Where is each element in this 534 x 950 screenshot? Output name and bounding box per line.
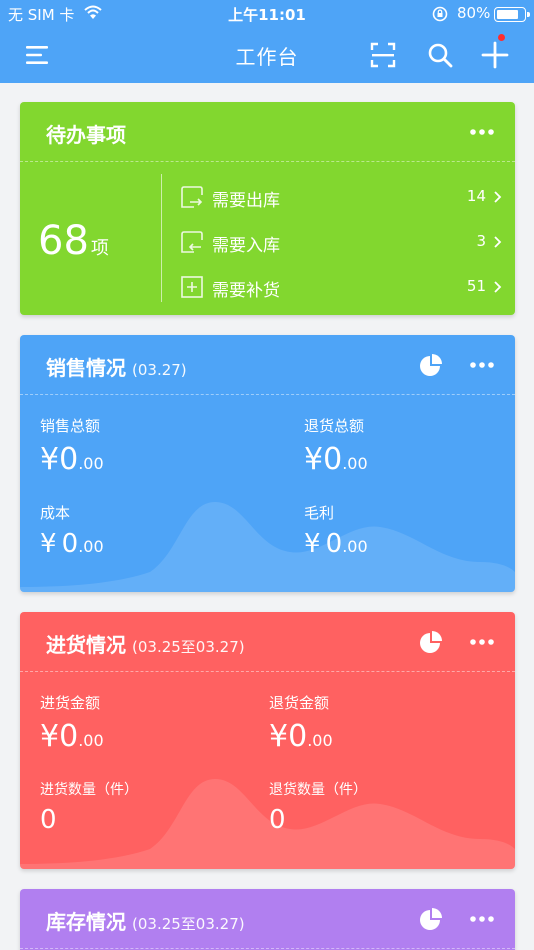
pie-chart-icon[interactable] — [419, 630, 443, 654]
todo-item-inbound[interactable]: 需要入库 3 — [180, 227, 502, 257]
todo-item-outbound[interactable]: 需要出库 14 — [180, 182, 502, 212]
todo-item-count: 51 — [466, 277, 486, 295]
inventory-card: 库存情况 (03.25至03.27) — [20, 889, 515, 950]
metric-label: 毛利 — [304, 504, 335, 522]
purchase-card-header: 进货情况 (03.25至03.27) — [20, 612, 515, 672]
inventory-card-header: 库存情况 (03.25至03.27) — [20, 889, 515, 949]
sales-profit-metric: 毛利 ¥ 0.00 — [304, 502, 368, 559]
todo-item-count: 14 — [466, 187, 486, 205]
sales-card-title: 销售情况 (03.27) — [46, 356, 187, 380]
purchase-card-title: 进货情况 (03.25至03.27) — [46, 633, 245, 657]
sales-total-metric: 销售总额 ¥0.00 — [40, 415, 104, 477]
rotation-lock-icon — [432, 6, 448, 22]
outbound-box-icon — [181, 186, 203, 208]
more-icon[interactable] — [469, 128, 495, 136]
pie-chart-icon[interactable] — [419, 353, 443, 377]
sales-return-metric: 退货总额 ¥0.00 — [304, 415, 368, 477]
purchase-return-metric: 退货金额 ¥0.00 — [269, 692, 333, 754]
battery-fill — [497, 10, 518, 19]
metric-label: 退货数量（件） — [269, 782, 367, 798]
todo-card: 待办事项 68 项 需要出库 14 需要入库 3 需要补货 51 — [20, 102, 515, 315]
status-time: 上午11:01 — [228, 6, 306, 24]
return-qty-metric: 退货数量（件） 0 — [269, 779, 367, 835]
sales-cost-metric: 成本 ¥ 0.00 — [40, 502, 104, 559]
more-icon[interactable] — [469, 638, 495, 646]
metric-value: 0 — [269, 805, 286, 835]
chevron-right-icon — [494, 191, 502, 203]
todo-total-number: 68 — [38, 218, 89, 264]
purchase-qty-metric: 进货数量（件） 0 — [40, 779, 138, 835]
metric-value: ¥ 0.00 — [40, 529, 104, 559]
todo-total: 68 项 — [38, 218, 109, 264]
metric-value: 0 — [40, 805, 57, 835]
sales-card-header: 销售情况 (03.27) — [20, 335, 515, 395]
more-icon[interactable] — [469, 915, 495, 923]
pie-chart-icon[interactable] — [419, 907, 443, 931]
metric-label: 成本 — [40, 504, 71, 522]
divider — [161, 174, 162, 302]
inbound-box-icon — [181, 231, 203, 253]
chevron-right-icon — [494, 281, 502, 293]
metric-value: ¥0.00 — [269, 719, 333, 754]
todo-item-label: 需要入库 — [212, 236, 280, 256]
add-icon[interactable] — [481, 41, 509, 69]
metric-label: 退货总额 — [304, 417, 365, 435]
todo-card-header: 待办事项 — [20, 102, 515, 162]
sales-date-range: (03.27) — [132, 361, 187, 379]
todo-card-title: 待办事项 — [46, 123, 126, 147]
metric-value: ¥0.00 — [304, 442, 368, 477]
sales-card: 销售情况 (03.27) 销售总额 ¥0.00 退货总额 ¥0.00 成本 ¥ 0… — [20, 335, 515, 592]
metric-value: ¥ 0.00 — [304, 529, 368, 559]
more-icon[interactable] — [469, 361, 495, 369]
battery-icon — [494, 7, 530, 22]
purchase-card: 进货情况 (03.25至03.27) 进货金额 ¥0.00 退货金额 ¥0.00 … — [20, 612, 515, 869]
inventory-date-range: (03.25至03.27) — [132, 915, 245, 933]
restock-box-icon — [181, 276, 203, 298]
chevron-right-icon — [494, 236, 502, 248]
navbar: 工作台 — [0, 28, 534, 83]
metric-label: 进货金额 — [40, 694, 101, 712]
todo-total-unit: 项 — [90, 238, 109, 259]
todo-item-restock[interactable]: 需要补货 51 — [180, 272, 502, 302]
metric-label: 销售总额 — [40, 417, 101, 435]
notification-dot — [498, 34, 505, 41]
todo-item-label: 需要补货 — [212, 281, 280, 301]
metric-value: ¥0.00 — [40, 719, 104, 754]
purchase-date-range: (03.25至03.27) — [132, 638, 245, 656]
metric-label: 进货数量（件） — [40, 782, 138, 798]
app-header: 无 SIM 卡 上午11:01 80% 工作台 — [0, 0, 534, 83]
battery-percent: 80% — [457, 4, 491, 22]
search-icon[interactable] — [426, 41, 454, 69]
metric-value: ¥0.00 — [40, 442, 104, 477]
status-bar: 无 SIM 卡 上午11:01 80% — [0, 0, 534, 28]
todo-item-label: 需要出库 — [212, 191, 280, 211]
purchase-amount-metric: 进货金额 ¥0.00 — [40, 692, 104, 754]
inventory-card-title: 库存情况 (03.25至03.27) — [46, 910, 245, 934]
scan-icon[interactable] — [369, 41, 397, 69]
metric-label: 退货金额 — [269, 694, 330, 712]
todo-item-count: 3 — [476, 232, 486, 250]
